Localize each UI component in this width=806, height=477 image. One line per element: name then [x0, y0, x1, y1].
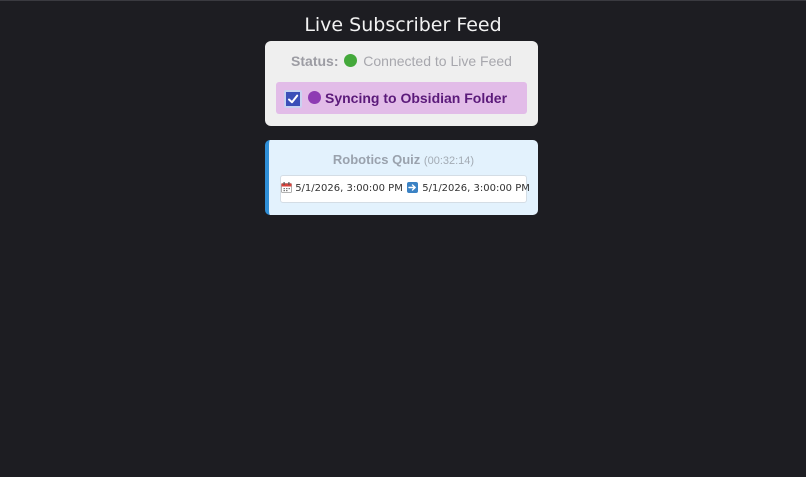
- purple-circle-icon: [308, 91, 321, 104]
- sync-toggle-row[interactable]: Syncing to Obsidian Folder: [276, 82, 527, 114]
- event-name: Robotics Quiz: [332, 152, 421, 167]
- event-start-time: 5/1/2026, 3:00:00 PM: [295, 183, 403, 194]
- event-time-range: 5/1/2026, 3:00:00 PM 5/1/2026, 3:00:00 P…: [280, 175, 530, 203]
- event-duration: (00:32:14): [423, 155, 475, 167]
- connection-status: Status: Connected to Live Feed: [265, 52, 538, 70]
- checkmark-icon: [288, 94, 299, 104]
- right-arrow-icon: [407, 182, 419, 193]
- event-card: Robotics Quiz (00:32:14) 5/1/2026, 3:00:…: [265, 140, 538, 215]
- status-label: Status:: [291, 53, 339, 69]
- calendar-icon: [281, 182, 292, 193]
- green-circle-icon: [344, 54, 358, 67]
- page-title: Live Subscriber Feed: [304, 14, 502, 36]
- sync-status: Syncing to Obsidian Folder: [308, 89, 507, 107]
- event-end-time: 5/1/2026, 3:00:00 PM: [422, 183, 530, 194]
- status-card: Status: Connected to Live Feed Syncing t…: [265, 41, 538, 126]
- sync-checkbox[interactable]: [284, 90, 302, 108]
- status-value: Connected to Live Feed: [363, 53, 512, 69]
- sync-label: Syncing to Obsidian Folder: [325, 90, 508, 106]
- event-header: Robotics Quiz (00:32:14): [269, 152, 538, 169]
